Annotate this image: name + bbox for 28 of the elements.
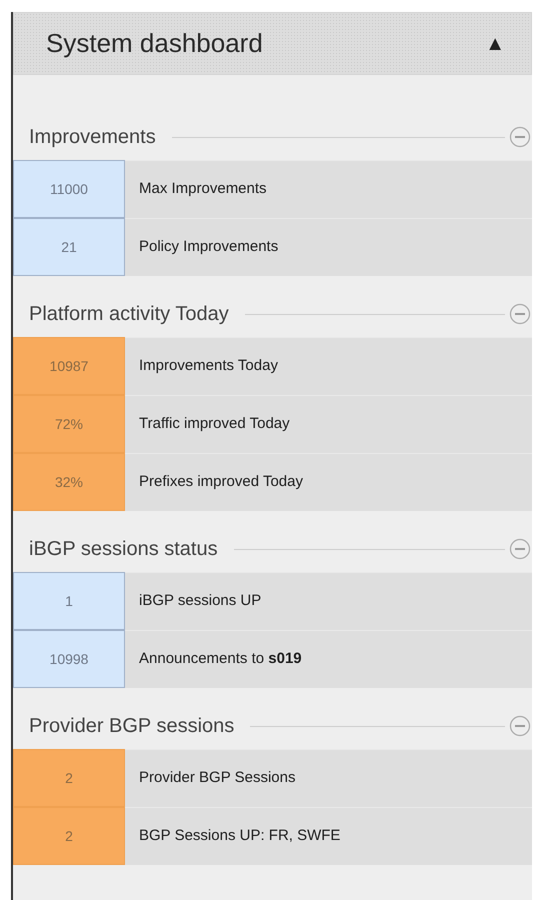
metric-label: Max Improvements [139, 179, 267, 200]
collapse-icon[interactable] [509, 126, 531, 148]
metric-label: Provider BGP Sessions [139, 768, 296, 788]
metric-value: 72% [13, 395, 125, 453]
metric-value: 10987 [13, 337, 125, 395]
collapse-toggle[interactable]: ▲ [485, 28, 505, 58]
metric-value: 1 [13, 572, 125, 630]
metric-value: 32% [13, 453, 125, 511]
metric-label: Prefixes improved Today [139, 472, 303, 492]
metric-value: 11000 [13, 160, 125, 218]
section-title: Improvements [29, 125, 156, 150]
collapse-icon[interactable] [509, 303, 531, 325]
metric-value: 2 [13, 749, 125, 807]
panel-title: System dashboard [46, 27, 263, 60]
metric-label: Policy Improvements [139, 237, 278, 258]
metric-label: Improvements Today [139, 356, 278, 376]
metric-label: iBGP sessions UP [139, 591, 262, 612]
collapse-icon[interactable] [509, 715, 531, 737]
section-title: Provider BGP sessions [29, 714, 234, 739]
metric-value: 2 [13, 807, 125, 865]
collapse-icon[interactable] [509, 538, 531, 560]
metric-label: BGP Sessions UP: FR, SWFE [139, 826, 340, 846]
metric-label: Announcements to s019 [139, 649, 302, 670]
metric-value: 10998 [13, 630, 125, 688]
metric-value: 21 [13, 218, 125, 276]
metric-label: Traffic improved Today [139, 414, 290, 434]
section-title: Platform activity Today [29, 302, 229, 327]
section-title: iBGP sessions status [29, 537, 218, 562]
